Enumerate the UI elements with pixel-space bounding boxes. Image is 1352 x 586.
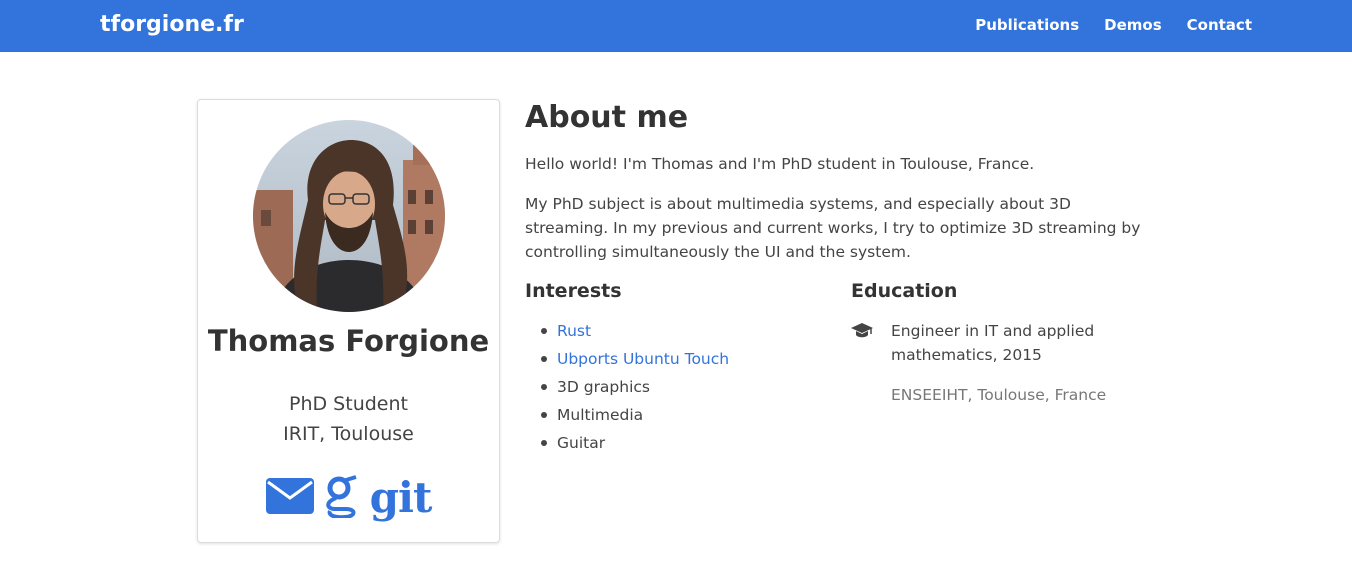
interest-link-ubports[interactable]: Ubports Ubuntu Touch	[557, 347, 729, 371]
profile-affiliation: IRIT, Toulouse	[283, 423, 414, 445]
nav-link-demos[interactable]: Demos	[1104, 16, 1162, 34]
interest-link-rust[interactable]: Rust	[557, 319, 591, 343]
bullet-icon	[541, 412, 547, 418]
google-scholar-link[interactable]	[322, 474, 362, 522]
profile-name: Thomas Forgione	[207, 324, 490, 358]
nav-link-contact[interactable]: Contact	[1187, 16, 1252, 34]
bullet-icon	[541, 384, 547, 390]
nav-links: Publications Demos Contact	[975, 16, 1252, 34]
list-item: Ubports Ubuntu Touch	[541, 347, 729, 375]
profile-role: PhD Student	[289, 393, 408, 415]
avatar	[253, 120, 445, 312]
bullet-icon	[541, 356, 547, 362]
about-heading: About me	[525, 100, 689, 135]
list-item: Guitar	[541, 431, 729, 459]
profile-card: Thomas Forgione PhD Student IRIT, Toulou…	[197, 99, 500, 543]
git-icon: git	[369, 473, 433, 522]
interests-list: Rust Ubports Ubuntu Touch 3D graphics Mu…	[541, 319, 729, 459]
education-heading: Education	[851, 280, 958, 302]
git-link[interactable]: git	[369, 473, 433, 522]
email-link[interactable]	[265, 478, 314, 518]
nav-link-publications[interactable]: Publications	[975, 16, 1079, 34]
google-scholar-icon	[325, 475, 357, 520]
education-degree: Engineer in IT and applied mathematics, …	[891, 322, 1095, 364]
about-paragraph-1: Hello world! I'm Thomas and I'm PhD stud…	[525, 155, 1035, 173]
list-item: 3D graphics	[541, 375, 729, 403]
site-brand-link[interactable]: tforgione.fr	[100, 12, 244, 37]
interests-heading: Interests	[525, 280, 622, 302]
avatar-photo	[253, 120, 445, 312]
social-links: git	[198, 474, 499, 522]
bullet-icon	[541, 440, 547, 446]
about-paragraph-2: My PhD subject is about multimedia syste…	[525, 195, 1141, 261]
interest-guitar: Guitar	[557, 434, 606, 452]
list-item: Multimedia	[541, 403, 729, 431]
top-navbar: tforgione.fr Publications Demos Contact	[0, 0, 1352, 52]
interest-multimedia: Multimedia	[557, 406, 644, 424]
interest-3d-graphics: 3D graphics	[557, 378, 650, 396]
envelope-icon	[265, 478, 314, 514]
education-school: ENSEEIHT, Toulouse, France	[891, 386, 1107, 404]
list-item: Rust	[541, 319, 729, 347]
bullet-icon	[541, 328, 547, 334]
graduation-cap-icon	[851, 323, 873, 338]
